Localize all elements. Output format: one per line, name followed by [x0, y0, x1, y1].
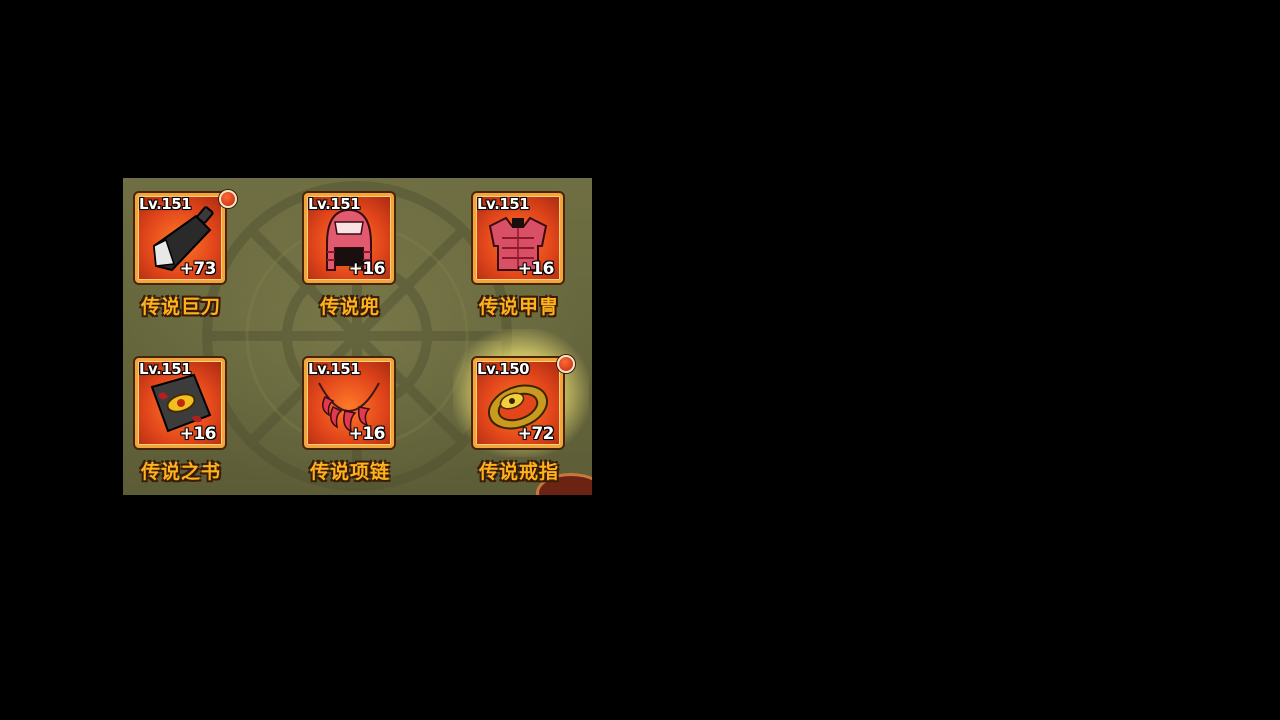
- equipment-slot-book[interactable]: Lv.151 +16 传说之书: [123, 343, 243, 483]
- item-name: 传说之书: [140, 461, 221, 483]
- item-frame[interactable]: Lv.151 +16: [304, 193, 394, 283]
- equipment-slot-armor[interactable]: Lv.151 +16 传说甲冑: [461, 178, 581, 318]
- item-level: Lv.151: [308, 360, 361, 378]
- item-name: 传说巨刀: [140, 296, 221, 318]
- item-frame[interactable]: Lv.151 +73: [135, 193, 225, 283]
- item-enhance-level: +16: [348, 259, 386, 279]
- equipment-slot-weapon[interactable]: Lv.151 +73 传说巨刀: [123, 178, 243, 318]
- item-frame[interactable]: Lv.151 +16: [304, 358, 394, 448]
- equipment-slot-helmet[interactable]: Lv.151 +16 传说兜: [292, 178, 412, 318]
- item-frame[interactable]: Lv.151 +16: [135, 358, 225, 448]
- item-frame[interactable]: Lv.151 +16: [473, 193, 563, 283]
- notification-dot: [219, 190, 237, 208]
- item-name: 传说兜: [319, 296, 380, 318]
- equipment-slot-ring[interactable]: Lv.150 +72 传说戒指: [453, 329, 589, 483]
- equipment-panel: Lv.151 +73 传说巨刀 Lv.151 +16 传说兜 Lv.151 +1…: [123, 178, 592, 495]
- item-frame[interactable]: Lv.150 +72: [473, 358, 563, 448]
- item-name: 传说戒指: [478, 461, 559, 483]
- item-enhance-level: +72: [517, 424, 555, 444]
- notification-dot: [557, 355, 575, 373]
- item-level: Lv.151: [139, 195, 192, 213]
- item-enhance-level: +16: [179, 424, 217, 444]
- item-level: Lv.151: [139, 360, 192, 378]
- item-level: Lv.150: [477, 360, 530, 378]
- item-enhance-level: +16: [348, 424, 386, 444]
- item-name: 传说项链: [309, 461, 390, 483]
- equipment-slot-necklace[interactable]: Lv.151 +16 传说项链: [292, 343, 412, 483]
- item-level: Lv.151: [477, 195, 530, 213]
- item-name: 传说甲冑: [478, 296, 559, 318]
- item-level: Lv.151: [308, 195, 361, 213]
- item-enhance-level: +16: [517, 259, 555, 279]
- item-enhance-level: +73: [179, 259, 217, 279]
